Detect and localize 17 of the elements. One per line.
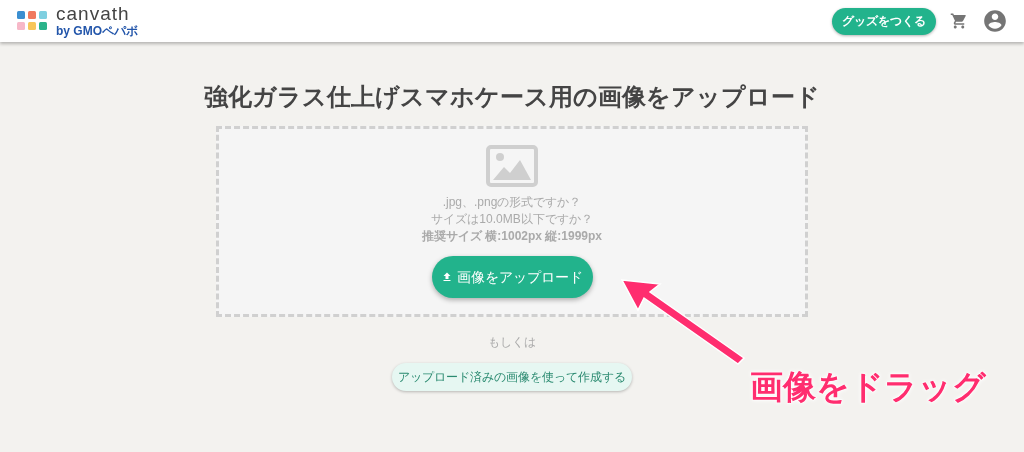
- cart-icon[interactable]: [950, 12, 968, 30]
- recommended-size: 推奨サイズ 横:1002px 縦:1999px: [421, 229, 603, 244]
- logo-text: canvath: [56, 4, 131, 24]
- use-uploaded-image-button[interactable]: アップロード済みの画像を使って作成する: [392, 363, 632, 391]
- logo-byline: by GMOペパボ: [56, 24, 138, 38]
- image-placeholder-icon: [486, 145, 538, 187]
- upload-icon: [441, 271, 453, 283]
- upload-dropzone[interactable]: .jpg、.pngの形式ですか？ サイズは10.0MB以下ですか？ 推奨サイズ 横:1002px 縦:1999px 画像をアップロード: [216, 126, 808, 317]
- upload-image-button[interactable]: 画像をアップロード: [431, 256, 593, 298]
- make-goods-button[interactable]: グッズをつくる: [832, 7, 936, 35]
- account-icon[interactable]: [982, 8, 1008, 34]
- drag-annotation: 画像をドラッグ: [750, 367, 986, 407]
- page-title: 強化ガラス仕上げスマホケース用の画像をアップロード: [204, 82, 820, 112]
- or-text: もしくは: [488, 334, 536, 351]
- logo-icon: [17, 11, 47, 31]
- format-hint: .jpg、.pngの形式ですか？: [442, 195, 582, 210]
- format-hint: サイズは10.0MB以下ですか？: [431, 212, 593, 227]
